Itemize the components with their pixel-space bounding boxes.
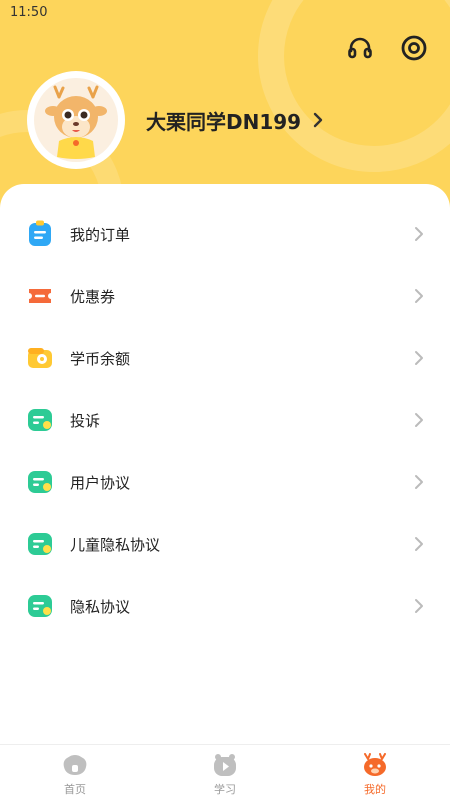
chevron-right-icon	[415, 599, 423, 613]
agreement-icon	[28, 471, 52, 493]
wallet-icon	[28, 348, 52, 368]
agreement-icon	[28, 533, 52, 555]
home-icon	[63, 755, 87, 775]
play-icon	[214, 754, 236, 776]
menu-label: 投诉	[70, 411, 101, 430]
agreement-icon	[28, 595, 52, 617]
tab-learn[interactable]: 学习	[150, 745, 300, 801]
menu-item-child-privacy[interactable]: 儿童隐私协议	[0, 516, 450, 572]
menu-item-user-agreement[interactable]: 用户协议	[0, 454, 450, 510]
menu-label: 学币余额	[70, 349, 131, 368]
menu-item-complaint[interactable]: 投诉	[0, 392, 450, 448]
menu-label: 儿童隐私协议	[70, 535, 161, 554]
menu-label: 优惠券	[70, 287, 116, 306]
tab-label: 我的	[364, 783, 386, 796]
menu-item-coupons[interactable]: 优惠券	[0, 268, 450, 324]
tab-label: 学习	[214, 783, 236, 796]
status-bar-time: 11:50	[10, 5, 48, 20]
chevron-right-icon	[415, 227, 423, 241]
coupon-icon	[29, 289, 51, 303]
deer-avatar-icon	[34, 78, 118, 162]
username: 大栗同学DN199	[146, 109, 302, 134]
order-icon	[29, 220, 51, 246]
menu-item-privacy[interactable]: 隐私协议	[0, 578, 450, 634]
menu-label: 用户协议	[70, 473, 131, 492]
chevron-right-icon	[415, 289, 423, 303]
tab-mine[interactable]: 我的	[300, 745, 450, 801]
bottom-tab-bar: 首页 学习 我的	[0, 744, 450, 801]
complaint-icon	[28, 409, 52, 431]
deer-icon	[364, 753, 386, 776]
headset-icon[interactable]	[345, 33, 375, 63]
menu-item-orders[interactable]: 我的订单	[0, 206, 450, 262]
chevron-right-icon	[415, 475, 423, 489]
menu-card: 我的订单 优惠券 学币余额 投诉 用户协议 儿童隐私协议 隐私协议	[0, 184, 450, 744]
tab-home[interactable]: 首页	[0, 745, 150, 801]
menu-item-coin-balance[interactable]: 学币余额	[0, 330, 450, 386]
username-row[interactable]: 大栗同学DN199	[146, 104, 323, 136]
menu-label: 隐私协议	[70, 597, 131, 616]
chevron-right-icon	[313, 112, 323, 128]
menu-label: 我的订单	[70, 225, 131, 244]
settings-icon[interactable]	[399, 33, 429, 63]
tab-label: 首页	[64, 783, 86, 796]
header-decoration	[258, 0, 450, 172]
chevron-right-icon	[415, 351, 423, 365]
avatar[interactable]	[27, 71, 125, 169]
chevron-right-icon	[415, 537, 423, 551]
chevron-right-icon	[415, 413, 423, 427]
